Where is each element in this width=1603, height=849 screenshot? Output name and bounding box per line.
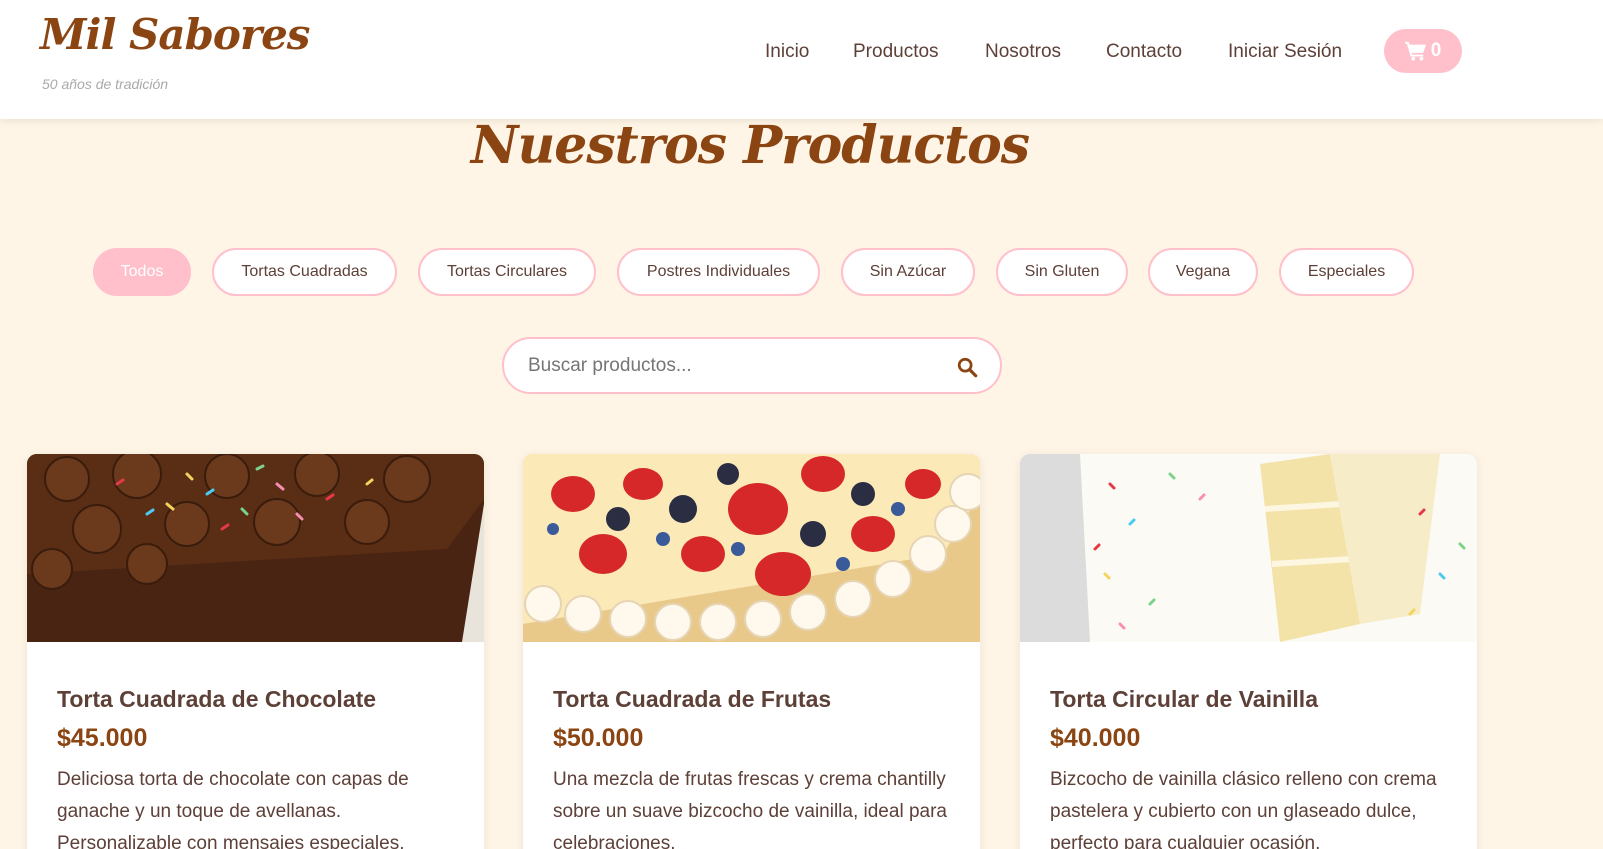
product-card[interactable]: Torta Circular de Vainilla $40.000 Bizco… xyxy=(1020,454,1477,849)
nav-link-productos[interactable]: Productos xyxy=(853,40,939,64)
filter-todos[interactable]: Todos xyxy=(93,248,191,296)
product-image-vanilla-cake xyxy=(1020,454,1477,642)
nav-link-contacto[interactable]: Contacto xyxy=(1106,40,1182,64)
filter-vegana[interactable]: Vegana xyxy=(1148,248,1258,296)
shopping-cart-icon xyxy=(1404,41,1426,61)
product-description: Deliciosa torta de chocolate con capas d… xyxy=(57,769,409,849)
page-title: Nuestros Productos xyxy=(470,115,1030,176)
product-card[interactable]: Torta Cuadrada de Frutas $50.000 Una mez… xyxy=(523,454,980,849)
cart-button[interactable]: 0 xyxy=(1384,29,1462,73)
search-icon[interactable] xyxy=(956,356,978,378)
nav-link-nosotros[interactable]: Nosotros xyxy=(985,40,1061,64)
product-name: Torta Cuadrada de Chocolate xyxy=(57,686,377,712)
product-price: $40.000 xyxy=(1050,724,1141,752)
cart-count: 0 xyxy=(1430,40,1442,61)
filter-sin-azucar[interactable]: Sin Azúcar xyxy=(841,248,975,296)
main-nav: Inicio Productos Nosotros Contacto Inici… xyxy=(0,40,1603,80)
search-box xyxy=(502,337,1002,394)
site-header: Mil Sabores 50 años de tradición Inicio … xyxy=(0,0,1603,119)
nav-link-inicio[interactable]: Inicio xyxy=(765,40,809,64)
product-description: Una mezcla de frutas frescas y crema cha… xyxy=(553,769,947,849)
product-price: $50.000 xyxy=(553,724,644,752)
product-card[interactable]: Torta Cuadrada de Chocolate $45.000 Deli… xyxy=(27,454,484,849)
product-image-chocolate-cake xyxy=(27,454,484,642)
product-name: Torta Circular de Vainilla xyxy=(1050,686,1318,712)
filter-tortas-cuadradas[interactable]: Tortas Cuadradas xyxy=(212,248,397,296)
filter-tortas-circulares[interactable]: Tortas Circulares xyxy=(418,248,596,296)
product-image-fruit-cake xyxy=(523,454,980,642)
product-name: Torta Cuadrada de Frutas xyxy=(553,686,832,712)
filter-sin-gluten[interactable]: Sin Gluten xyxy=(996,248,1128,296)
nav-link-login[interactable]: Iniciar Sesión xyxy=(1228,40,1342,64)
search-input[interactable] xyxy=(528,351,928,381)
product-price: $45.000 xyxy=(57,724,148,752)
filter-postres-individuales[interactable]: Postres Individuales xyxy=(617,248,820,296)
filter-especiales[interactable]: Especiales xyxy=(1279,248,1414,296)
product-description: Bizcocho de vainilla clásico relleno con… xyxy=(1050,769,1437,849)
